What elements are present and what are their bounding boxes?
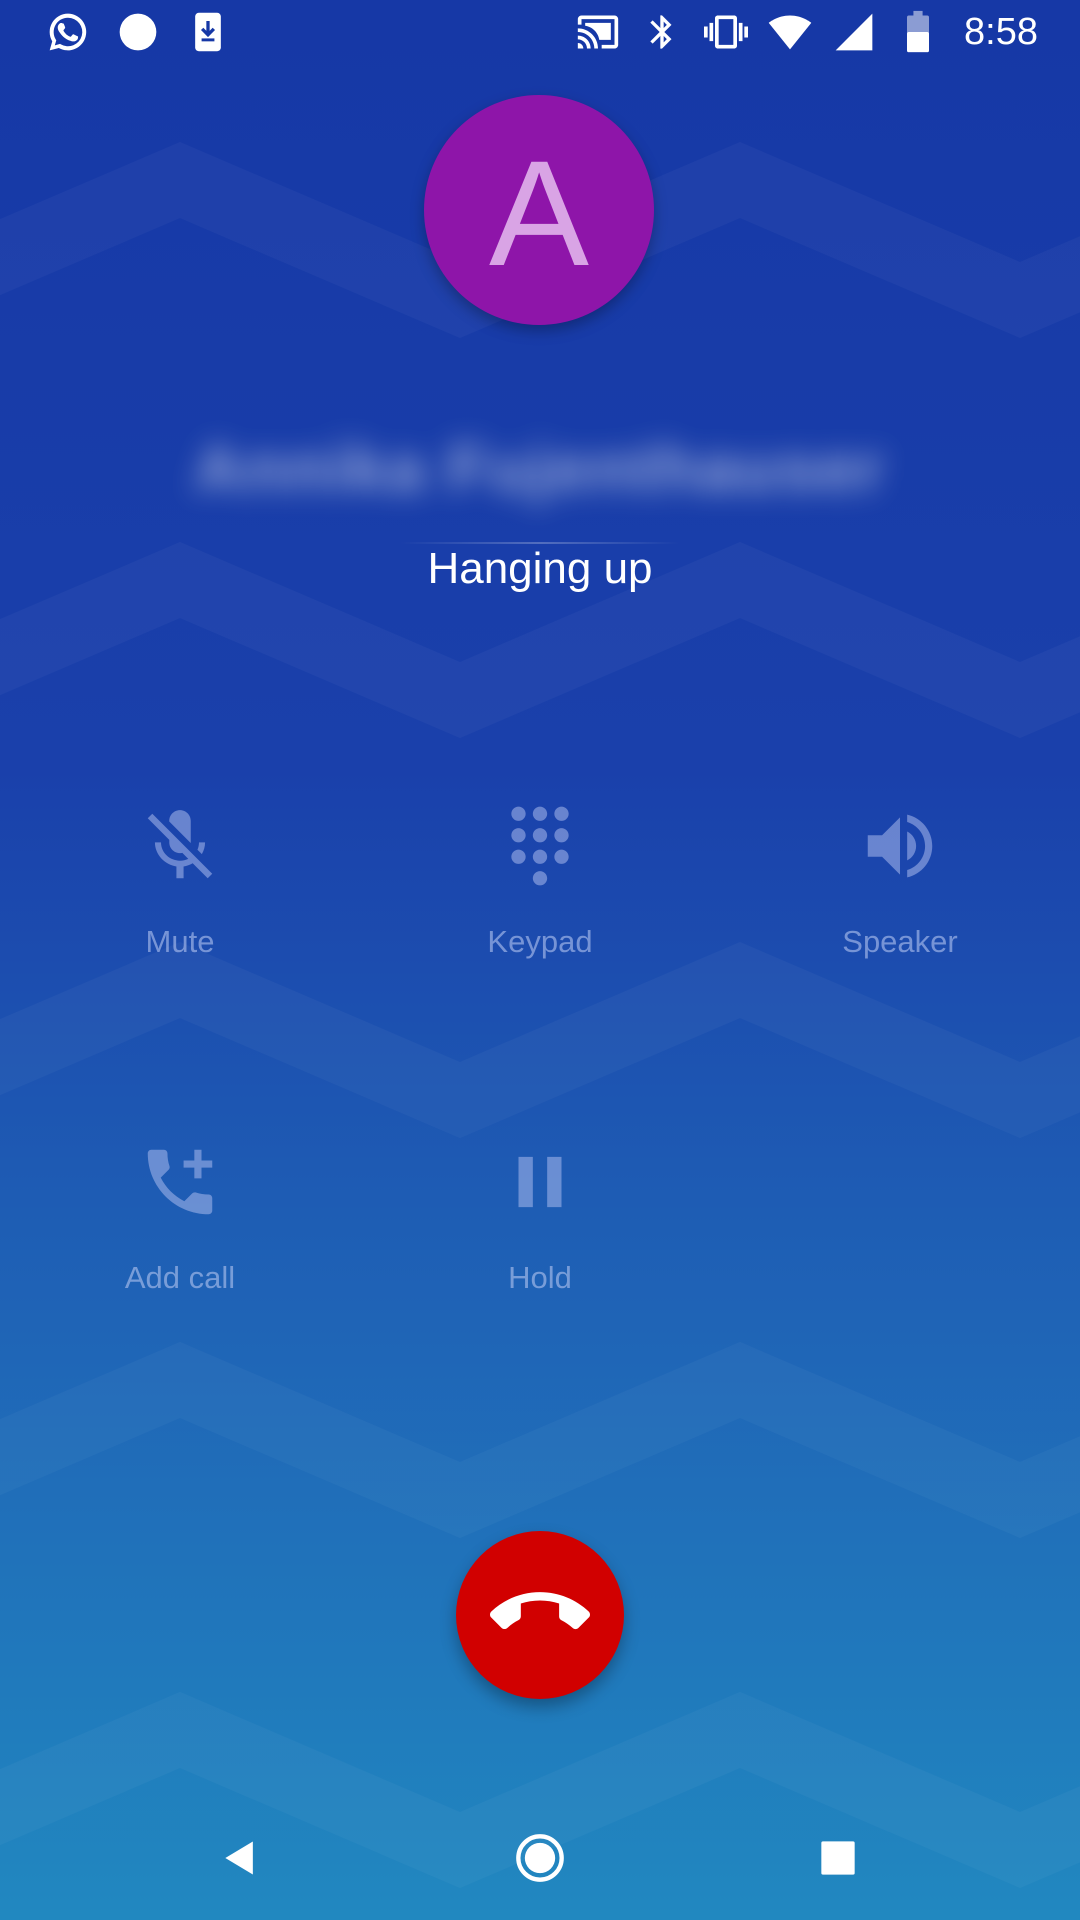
dialpad-icon <box>490 796 590 896</box>
cast-icon <box>574 8 622 56</box>
avatar-letter: A <box>488 129 590 297</box>
wifi-icon <box>766 8 814 56</box>
mute-label: Mute <box>145 924 215 959</box>
vibrate-icon <box>702 8 750 56</box>
contact-avatar: A <box>424 95 654 325</box>
recents-button[interactable] <box>804 1826 872 1894</box>
download-icon <box>184 8 232 56</box>
recents-icon <box>818 1838 858 1883</box>
add-call-icon <box>130 1132 230 1232</box>
home-button[interactable] <box>506 1826 574 1894</box>
status-clock: 8:58 <box>964 10 1038 53</box>
add-call-button[interactable]: Add call <box>60 1132 300 1332</box>
keypad-button[interactable]: Keypad <box>420 796 660 996</box>
end-call-button[interactable] <box>456 1531 624 1699</box>
mic-off-icon <box>130 796 230 896</box>
back-icon <box>218 1836 262 1885</box>
keypad-label: Keypad <box>487 924 593 959</box>
status-bar: 8:58 <box>0 0 1080 64</box>
home-icon <box>514 1832 566 1889</box>
battery-icon <box>894 8 942 56</box>
hold-label: Hold <box>508 1260 572 1295</box>
cell-signal-icon <box>830 8 878 56</box>
caller-name: Annika Fujenthauser <box>194 431 886 505</box>
speaker-icon <box>850 796 950 896</box>
mute-button[interactable]: Mute <box>60 796 300 996</box>
hang-up-icon <box>490 1563 590 1668</box>
speaker-button[interactable]: Speaker <box>780 796 1020 996</box>
pause-icon <box>490 1132 590 1232</box>
call-state: Hanging up <box>427 544 653 593</box>
back-button[interactable] <box>206 1826 274 1894</box>
speaker-label: Speaker <box>842 924 958 959</box>
navigation-bar <box>0 1800 1080 1920</box>
add-call-label: Add call <box>124 1260 236 1295</box>
status-notifications <box>44 8 232 56</box>
dot-icon <box>114 8 162 56</box>
hold-button[interactable]: Hold <box>420 1132 660 1332</box>
status-system: 8:58 <box>574 8 1038 56</box>
bluetooth-icon <box>638 8 686 56</box>
whatsapp-icon <box>44 8 92 56</box>
